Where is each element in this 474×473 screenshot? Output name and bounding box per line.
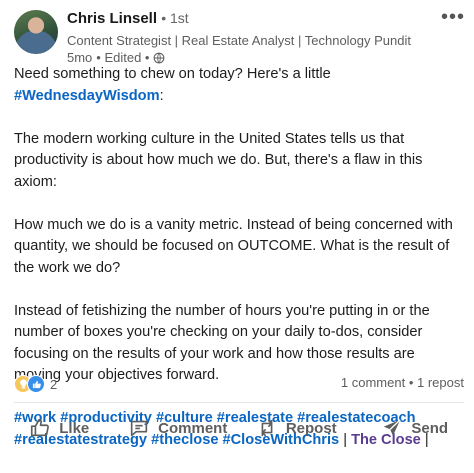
post-meta: 5mo • Edited • <box>67 50 165 65</box>
comment-count[interactable]: 1 comment <box>341 375 405 390</box>
social-counts: 2 1 comment • 1 repost <box>14 375 464 393</box>
reaction-summary[interactable]: 2 <box>14 375 57 393</box>
more-icon[interactable]: ••• <box>441 12 465 22</box>
author-headline: Content Strategist | Real Estate Analyst… <box>67 33 411 48</box>
like-label: Like <box>59 420 89 437</box>
send-button[interactable]: Send <box>356 408 474 448</box>
action-bar: Like Comment Repost Send <box>0 408 474 448</box>
count-separator: • <box>409 375 414 390</box>
intro-end: : <box>160 88 164 104</box>
divider <box>14 402 464 403</box>
globe-icon <box>153 52 165 64</box>
edited-label: • Edited • <box>96 50 149 65</box>
send-label: Send <box>411 420 448 437</box>
author-avatar[interactable] <box>14 10 58 54</box>
repost-label: Repost <box>286 420 337 437</box>
post-header: Chris Linsell • 1st Content Strategist |… <box>14 8 464 60</box>
post-time[interactable]: 5mo <box>67 50 92 65</box>
repost-button[interactable]: Repost <box>237 408 356 448</box>
paragraph-1: The modern working culture in the United… <box>14 129 464 194</box>
comment-button[interactable]: Comment <box>119 408 238 448</box>
author-name[interactable]: Chris Linsell <box>67 10 157 27</box>
paragraph-2: How much we do is a vanity metric. Inste… <box>14 215 464 280</box>
repost-icon <box>256 417 278 439</box>
connection-degree: • 1st <box>161 10 188 26</box>
like-button[interactable]: Like <box>0 408 119 448</box>
paragraph-3: Instead of fetishizing the number of hou… <box>14 301 464 387</box>
like-reaction-icon <box>27 375 45 393</box>
repost-count[interactable]: 1 repost <box>417 375 464 390</box>
hashtag-wednesdaywisdom[interactable]: #WednesdayWisdom <box>14 88 160 104</box>
author-name-line: Chris Linsell • 1st <box>67 10 189 27</box>
thumbs-up-icon <box>29 417 51 439</box>
comment-label: Comment <box>158 420 227 437</box>
intro-paragraph: Need something to chew on today? Here's … <box>14 64 464 107</box>
reaction-count: 2 <box>50 377 57 392</box>
comment-icon <box>128 417 150 439</box>
send-icon <box>381 417 403 439</box>
intro-text: Need something to chew on today? Here's … <box>14 66 331 82</box>
engagement-counts: 1 comment • 1 repost <box>341 375 464 390</box>
